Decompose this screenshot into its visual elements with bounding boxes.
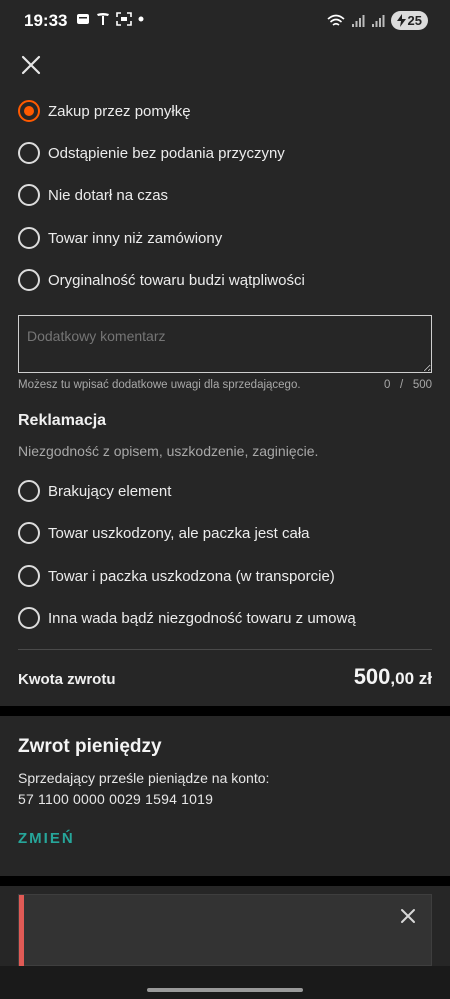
radio-button-checked[interactable] <box>18 100 40 122</box>
signal-icon <box>371 14 385 27</box>
battery-indicator: 25 <box>390 11 428 30</box>
refund-method-card: Zwrot pieniędzy Sprzedający prześle pien… <box>0 716 450 876</box>
comment-field[interactable] <box>18 315 432 373</box>
bank-account-number: 57 1100 0000 0029 1594 1019 <box>18 791 214 807</box>
radio-button[interactable] <box>18 565 40 587</box>
tesla-icon <box>97 13 109 25</box>
complaint-label: Towar uszkodzony, ale paczka jest cała <box>48 524 310 542</box>
status-bar: 19:33 25 <box>0 0 450 44</box>
complaint-subtitle: Niezgodność z opisem, uszkodzenie, zagin… <box>18 443 319 459</box>
radio-button[interactable] <box>18 184 40 206</box>
comment-max: 500 <box>412 379 432 391</box>
change-button[interactable]: ZMIEŃ <box>18 830 75 847</box>
status-time: 19:33 <box>24 11 68 30</box>
reason-label: Zakup przez pomyłkę <box>48 102 191 120</box>
radio-button[interactable] <box>18 269 40 291</box>
complaint-option[interactable]: Inna wada bądź niezgodność towaru z umow… <box>18 603 356 633</box>
navigation-bar <box>0 966 450 999</box>
complaint-option[interactable]: Brakujący element <box>18 476 171 506</box>
refund-amount-value: 500,00 zł <box>354 664 432 690</box>
refund-method-title: Zwrot pieniędzy <box>18 736 162 757</box>
amount-main: 500 <box>353 664 391 689</box>
amount-decimal: ,00 zł <box>390 669 432 688</box>
radio-button[interactable] <box>18 142 40 164</box>
reason-label: Towar inny niż zamówiony <box>48 229 223 247</box>
comment-counter: 0 / 500 <box>384 379 432 391</box>
top-bar <box>0 44 450 94</box>
radio-button[interactable] <box>18 227 40 249</box>
complaint-label: Inna wada bądź niezgodność towaru z umow… <box>48 609 356 627</box>
reason-label: Nie dotarł na czas <box>48 186 169 204</box>
divider <box>18 649 432 650</box>
complaint-title: Reklamacja <box>18 412 107 429</box>
complaint-label: Brakujący element <box>48 482 172 500</box>
reason-label: Oryginalność towaru budzi wątpliwości <box>48 271 305 289</box>
complaint-option[interactable]: Towar uszkodzony, ale paczka jest cała <box>18 518 310 548</box>
battery-level: 25 <box>407 13 422 28</box>
comment-count: 0 <box>384 379 391 391</box>
signal-icon <box>351 14 365 27</box>
refund-method-description: Sprzedający prześle pieniądze na konto: <box>18 770 270 786</box>
close-icon[interactable] <box>399 907 417 925</box>
complaint-label: Towar i paczka uszkodzona (w transporcie… <box>48 567 335 585</box>
wifi-icon <box>327 14 345 26</box>
close-icon[interactable] <box>18 52 44 78</box>
home-gesture-pill[interactable] <box>147 988 303 992</box>
reason-option[interactable]: Nie dotarł na czas <box>18 180 168 210</box>
reason-option[interactable]: Oryginalność towaru budzi wątpliwości <box>18 265 305 295</box>
refund-amount-label: Kwota zwrotu <box>18 671 116 688</box>
counter-separator: / <box>400 379 404 391</box>
dot-icon <box>138 16 144 22</box>
notice-accent-bar <box>19 895 24 967</box>
reason-option[interactable]: Odstąpienie bez podania przyczyny <box>18 138 285 168</box>
reason-option[interactable]: Zakup przez pomyłkę <box>18 96 191 126</box>
comment-hint: Możesz tu wpisać dodatkowe uwagi dla spr… <box>18 379 301 391</box>
battery-charging-icon <box>396 14 406 27</box>
screenshot-icon <box>116 12 132 26</box>
reason-option[interactable]: Towar inny niż zamówiony <box>18 223 222 253</box>
radio-button[interactable] <box>18 522 40 544</box>
reason-label: Odstąpienie bez podania przyczyny <box>48 144 285 162</box>
notice-banner <box>18 894 432 967</box>
bottom-area <box>0 886 450 967</box>
status-icons-right: 25 <box>327 11 428 30</box>
radio-button[interactable] <box>18 607 40 629</box>
return-form-card: Zakup przez pomyłkę Odstąpienie bez poda… <box>0 94 450 706</box>
notification-icon <box>77 14 89 24</box>
complaint-option[interactable]: Towar i paczka uszkodzona (w transporcie… <box>18 561 335 591</box>
radio-button[interactable] <box>18 480 40 502</box>
status-icons-left <box>76 12 144 26</box>
